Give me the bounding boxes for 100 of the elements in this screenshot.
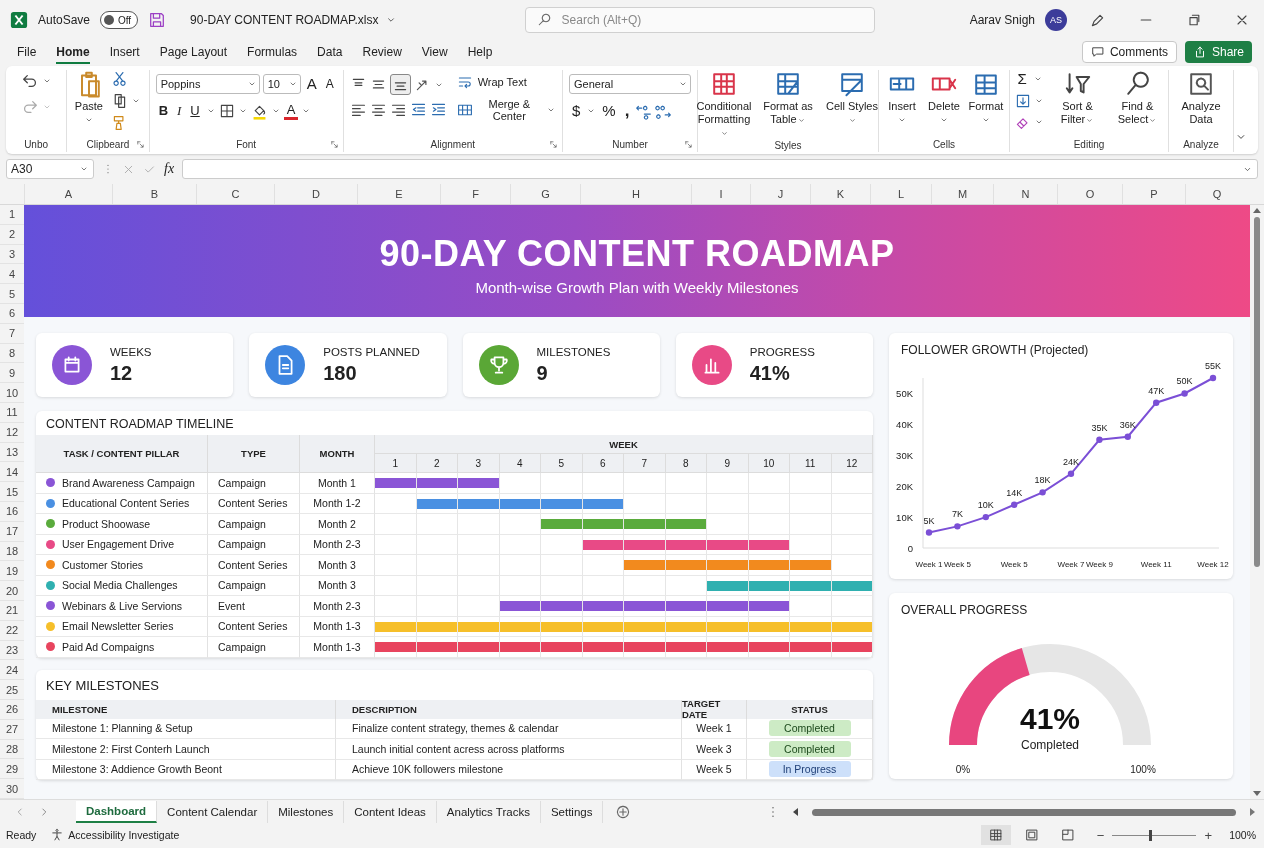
menu-tab[interactable]: View: [412, 42, 457, 62]
decrease-font-button[interactable]: A: [322, 75, 337, 93]
table-cell: Campaign: [208, 575, 300, 596]
comments-button[interactable]: Comments: [1081, 41, 1177, 63]
accessibility-button[interactable]: Accessibility Investigate: [50, 828, 180, 842]
column-header[interactable]: K: [810, 184, 870, 204]
currency-button[interactable]: $: [569, 102, 584, 120]
column-header[interactable]: H: [580, 184, 691, 204]
table-cell: Month 2-3: [300, 596, 375, 617]
dialog-launcher-icon[interactable]: [549, 140, 558, 149]
menu-tab[interactable]: Formulas: [238, 42, 307, 62]
bold-button[interactable]: B: [155, 102, 171, 120]
column-header[interactable]: G: [510, 184, 580, 204]
increase-indent-icon[interactable]: [429, 101, 447, 118]
sheet-tab[interactable]: Content Ideas: [344, 801, 437, 823]
merge-center-button[interactable]: Merge & Center: [456, 98, 556, 122]
menu-tab[interactable]: File: [8, 42, 46, 62]
sheet-tab[interactable]: Content Calendar: [157, 801, 269, 823]
column-header[interactable]: J: [750, 184, 810, 204]
cells-button[interactable]: Format: [969, 70, 1003, 125]
decrease-indent-icon[interactable]: [409, 101, 427, 118]
formula-input[interactable]: [182, 159, 1258, 179]
column-header[interactable]: Q: [1185, 184, 1248, 204]
column-heading: WEEK: [375, 435, 873, 454]
styles-button[interactable]: Conditional Formatting: [696, 70, 752, 139]
font-color-button[interactable]: A: [283, 102, 299, 120]
comment-icon: [1090, 45, 1105, 59]
add-sheet-icon[interactable]: [615, 804, 632, 820]
cells-button[interactable]: Delete: [927, 70, 961, 125]
editing-button[interactable]: Sort & Filter: [1051, 70, 1104, 126]
column-header[interactable]: B: [112, 184, 196, 204]
column-header[interactable]: D: [274, 184, 357, 204]
align-bottom-button[interactable]: [389, 74, 411, 95]
menu-tab[interactable]: Help: [458, 42, 502, 62]
scroll-left-icon[interactable]: [792, 808, 800, 816]
autosave-toggle[interactable]: Off: [100, 11, 139, 29]
sheet-tab[interactable]: Milestones: [268, 801, 345, 823]
column-header[interactable]: F: [440, 184, 510, 204]
column-header[interactable]: A: [24, 184, 112, 204]
search-field[interactable]: Search (Alt+Q): [524, 7, 875, 33]
menu-tab[interactable]: Insert: [100, 42, 149, 62]
share-button[interactable]: Share: [1184, 41, 1252, 63]
column-header[interactable]: E: [357, 184, 440, 204]
styles-button[interactable]: Format as Table: [760, 70, 816, 126]
name-box[interactable]: A30: [6, 159, 94, 179]
column-header[interactable]: P: [1122, 184, 1185, 204]
wrap-text-button[interactable]: Wrap Text: [456, 74, 527, 90]
paste-button[interactable]: Paste: [74, 70, 103, 125]
menu-tab[interactable]: Home: [47, 42, 99, 62]
zoom-slider-thumb[interactable]: [1149, 829, 1153, 841]
font-size-dropdown[interactable]: 10: [262, 74, 301, 94]
file-name-button[interactable]: 90-DAY CONTENT ROADMAP.xlsx: [190, 13, 397, 27]
number-format-dropdown[interactable]: General: [569, 74, 691, 94]
column-header[interactable]: M: [931, 184, 993, 204]
dialog-launcher-icon[interactable]: [329, 140, 339, 149]
dialog-launcher-icon[interactable]: [135, 140, 145, 149]
data-label: 47K: [1148, 385, 1165, 396]
comma-style-button[interactable]: ,: [621, 102, 633, 120]
column-header[interactable]: C: [196, 184, 274, 204]
week-number: 2: [416, 454, 458, 473]
menu-tab[interactable]: Data: [308, 42, 352, 62]
fill-icon[interactable]: [1014, 93, 1031, 109]
autosum-button[interactable]: Σ: [1014, 70, 1030, 88]
week-number: 1: [375, 454, 417, 473]
font-family-dropdown[interactable]: Poppins: [155, 74, 260, 94]
menu-tab[interactable]: Review: [353, 42, 411, 62]
scrollbar-thumb[interactable]: [812, 808, 1236, 816]
sheet-tab[interactable]: Settings: [540, 801, 604, 823]
sheet-tab[interactable]: Dashboard: [76, 801, 158, 823]
borders-icon[interactable]: [218, 103, 235, 119]
underline-button[interactable]: U: [187, 102, 203, 120]
percent-button[interactable]: %: [599, 102, 619, 120]
scroll-right-icon[interactable]: [1248, 808, 1256, 816]
view-button[interactable]: [980, 825, 1011, 845]
scroll-up-icon[interactable]: [1253, 207, 1261, 215]
menu-tab[interactable]: Page Layout: [150, 42, 237, 62]
scrollbar-thumb[interactable]: [1254, 217, 1260, 567]
scissors-icon[interactable]: [111, 70, 128, 87]
column-header[interactable]: I: [691, 184, 750, 204]
user-avatar[interactable]: AS: [1045, 9, 1067, 31]
analyze-data-button[interactable]: Analyze Data: [1175, 70, 1227, 126]
italic-button[interactable]: I: [174, 102, 185, 120]
save-icon[interactable]: [148, 11, 167, 29]
editing-button[interactable]: Find & Select: [1111, 70, 1164, 126]
increase-font-button[interactable]: A: [303, 75, 320, 93]
styles-button[interactable]: Cell Styles: [824, 70, 880, 126]
undo-icon[interactable]: [20, 72, 39, 90]
zoom-out-button[interactable]: −: [1096, 827, 1105, 843]
scroll-down-icon[interactable]: [1253, 789, 1261, 797]
group-label: Unbo: [24, 138, 49, 152]
zoom-in-button[interactable]: +: [1204, 827, 1212, 843]
sheet-tab[interactable]: Analytics Tracks: [436, 801, 541, 823]
insert-function-button[interactable]: fx: [164, 161, 175, 177]
restore-icon[interactable]: [1186, 12, 1202, 28]
cells-button[interactable]: Insert: [885, 70, 919, 125]
y-axis-label: 40K: [896, 418, 913, 430]
column-header[interactable]: O: [1057, 184, 1122, 204]
column-header[interactable]: L: [870, 184, 931, 204]
column-header[interactable]: N: [993, 184, 1057, 204]
dialog-launcher-icon[interactable]: [684, 140, 693, 149]
